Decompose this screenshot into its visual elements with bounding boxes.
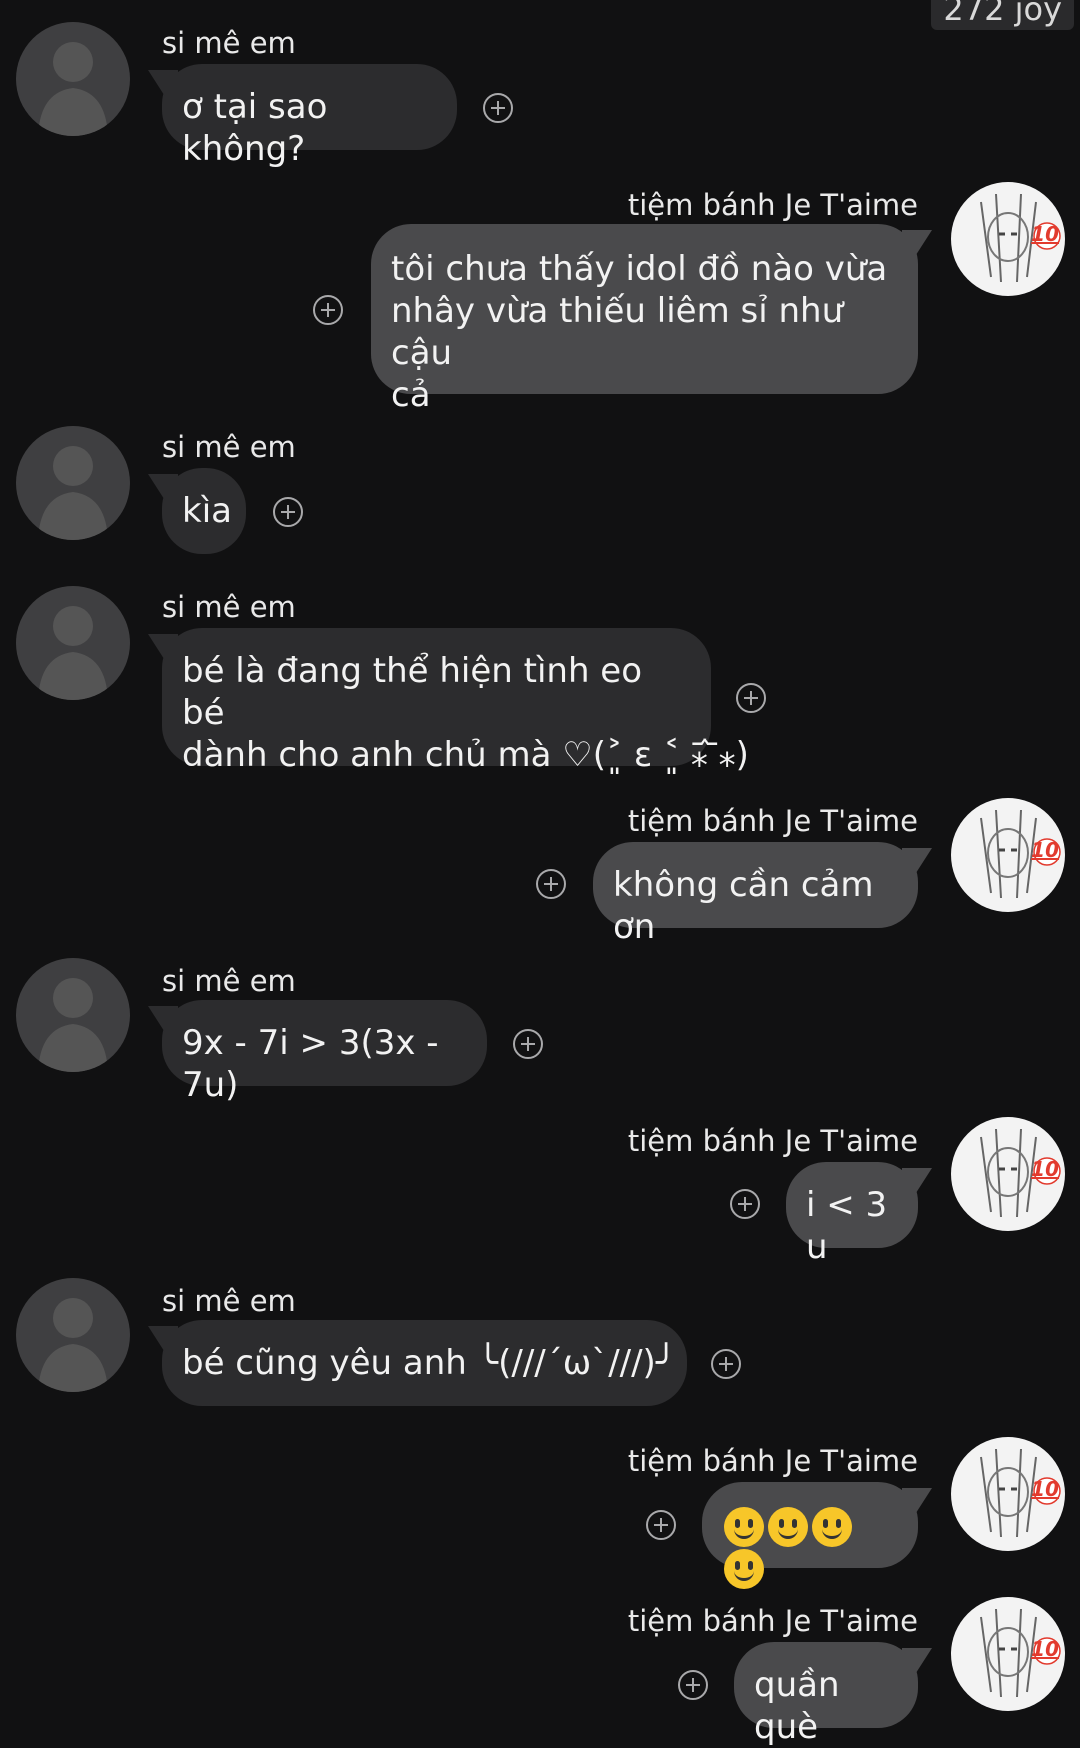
add-reaction-icon[interactable] <box>646 1510 676 1540</box>
message-bubble[interactable] <box>702 1482 918 1589</box>
badge-label: 10 <box>1031 838 1059 862</box>
add-reaction-icon[interactable] <box>736 683 766 713</box>
slightly-smiling-face-icon <box>768 1506 808 1547</box>
sender-name: tiệm bánh Je T'aime <box>627 1444 918 1478</box>
add-reaction-icon[interactable] <box>483 93 513 123</box>
message-bubble[interactable]: ơ tại sao không? <box>162 64 457 169</box>
avatar[interactable]: 10 <box>951 1437 1065 1551</box>
badge-label: 10 <box>1031 222 1059 246</box>
default-user-icon <box>38 446 108 540</box>
avatar[interactable]: 10 <box>951 182 1065 296</box>
message-line: bé là đang thể hiện tình eo bé <box>182 651 643 733</box>
add-reaction-icon[interactable] <box>513 1029 543 1059</box>
message-line: nhây vừa thiếu liêm sỉ như cậu <box>391 291 844 373</box>
avatar[interactable] <box>16 426 130 540</box>
avatar[interactable]: 10 <box>951 798 1065 912</box>
message-bubble[interactable]: kìa <box>162 468 246 554</box>
message-bubble[interactable]: i < 3 u <box>786 1162 918 1267</box>
message-bubble[interactable]: không cần cảm ơn <box>593 842 918 947</box>
message-bubble[interactable]: quần què <box>734 1642 918 1747</box>
slightly-smiling-face-icon <box>812 1506 852 1547</box>
slightly-smiling-face-icon <box>724 1549 764 1589</box>
message-bubble[interactable]: 9x - 7i > 3(3x - 7u) <box>162 1000 487 1105</box>
default-user-icon <box>38 978 108 1072</box>
default-user-icon <box>38 42 108 136</box>
badge-label: 10 <box>1031 1157 1059 1181</box>
add-reaction-icon[interactable] <box>730 1189 760 1219</box>
default-user-icon <box>38 606 108 700</box>
avatar[interactable] <box>16 958 130 1072</box>
add-reaction-icon[interactable] <box>711 1349 741 1379</box>
badge-label: 10 <box>1031 1477 1059 1501</box>
default-user-icon <box>38 1298 108 1392</box>
message-bubble[interactable]: bé là đang thể hiện tình eo bé dành cho … <box>162 628 749 775</box>
avatar[interactable] <box>16 22 130 136</box>
add-reaction-icon[interactable] <box>678 1670 708 1700</box>
add-reaction-icon[interactable] <box>313 295 343 325</box>
sender-name: si mê em <box>162 26 296 60</box>
add-reaction-icon[interactable] <box>273 497 303 527</box>
sender-name: si mê em <box>162 590 296 624</box>
message-line: tôi chưa thấy idol đồ nào vừa <box>391 249 888 289</box>
message-bubble[interactable]: bé cũng yêu anh ╰(///´ω`///)╯ <box>162 1320 687 1406</box>
message-bubble[interactable]: tôi chưa thấy idol đồ nào vừa nhây vừa t… <box>371 224 918 415</box>
avatar[interactable] <box>16 1278 130 1392</box>
sender-name: tiệm bánh Je T'aime <box>627 1604 918 1638</box>
avatar[interactable] <box>16 586 130 700</box>
slightly-smiling-face-icon <box>724 1506 764 1547</box>
add-reaction-icon[interactable] <box>536 869 566 899</box>
avatar[interactable]: 10 <box>951 1117 1065 1231</box>
sender-name: si mê em <box>162 1284 296 1318</box>
sender-name: tiệm bánh Je T'aime <box>627 1124 918 1158</box>
message-line: dành cho anh chủ mà ♡(˃͈ ε ˂͈ ⁎᷄ ᷅⁎) <box>182 735 749 775</box>
sender-name: tiệm bánh Je T'aime <box>627 188 918 222</box>
corner-label: 272 joy <box>931 0 1074 30</box>
sender-name: tiệm bánh Je T'aime <box>627 804 918 838</box>
avatar[interactable]: 10 <box>951 1597 1065 1711</box>
sender-name: si mê em <box>162 430 296 464</box>
message-line: cả <box>391 375 431 415</box>
badge-label: 10 <box>1031 1637 1059 1661</box>
sender-name: si mê em <box>162 964 296 998</box>
